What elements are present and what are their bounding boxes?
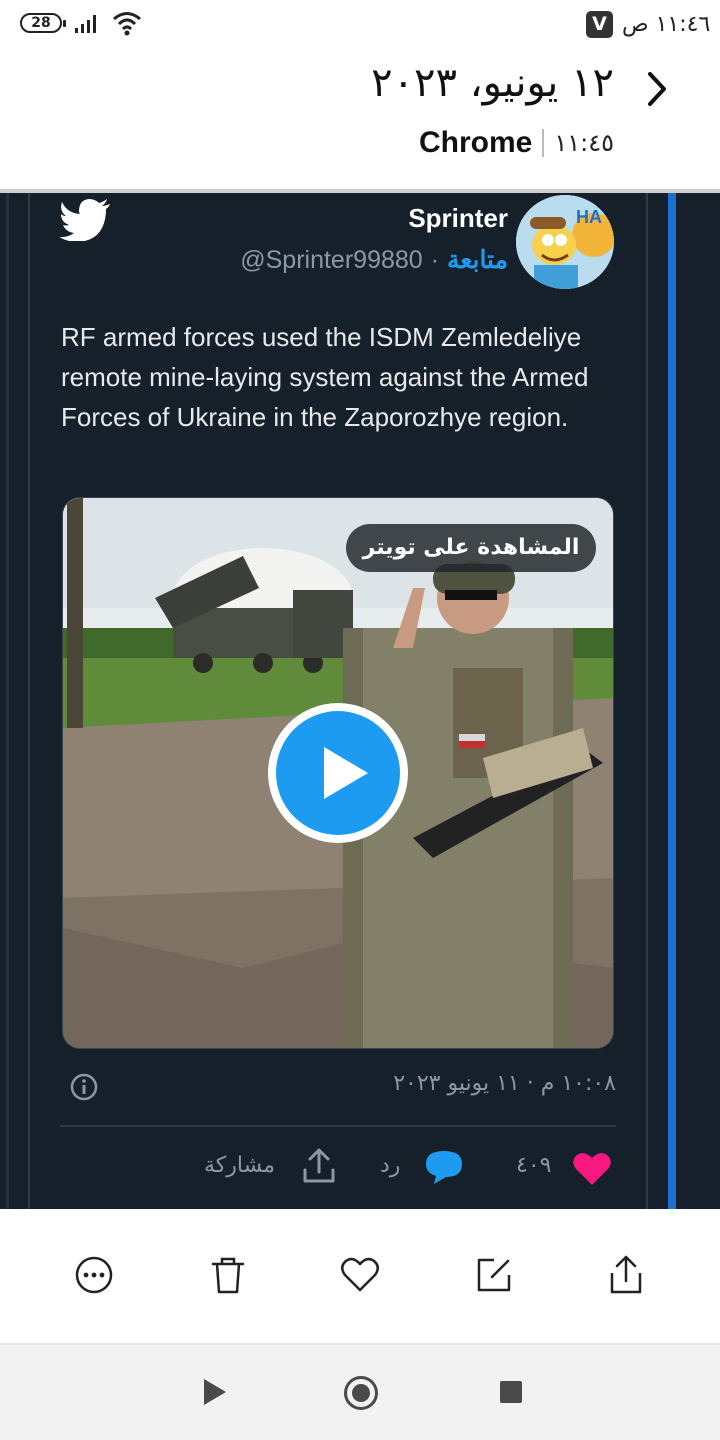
share-icon[interactable] <box>302 1148 336 1184</box>
like-count: ٤٠٩ <box>516 1153 552 1178</box>
nav-back-icon[interactable] <box>204 1379 226 1405</box>
author-meta: @Sprinter99880 · متابعة <box>240 245 508 275</box>
tweet-text: RF armed forces used the ISDM Zemledeliy… <box>61 322 589 432</box>
author-name[interactable]: Sprinter <box>408 203 508 234</box>
meta-dot: · <box>430 245 440 274</box>
source-app: Chrome <box>418 126 533 159</box>
edge-left <box>6 193 9 1209</box>
image-actions-bar <box>0 1209 720 1345</box>
trash-icon[interactable] <box>208 1255 248 1295</box>
watch-on-twitter-button[interactable]: المشاهدة على تويتر <box>346 524 596 572</box>
nav-home-icon[interactable] <box>344 1376 378 1410</box>
play-button[interactable] <box>268 703 408 843</box>
reply-icon[interactable] <box>424 1149 464 1185</box>
author-handle[interactable]: @Sprinter99880 <box>240 246 422 275</box>
edge-right <box>668 193 676 1209</box>
share-label[interactable]: مشاركة <box>204 1153 275 1178</box>
screenshot-image: HA Sprinter @Sprinter99880 · متابعة RF a… <box>0 193 720 1209</box>
separator <box>542 129 545 157</box>
viewer-header: ١٢ يونيو، ٢٠٢٣ Chrome ١١:٤٥ <box>0 50 720 188</box>
wifi-icon <box>113 12 141 36</box>
capture-time: ١١:٤٥ <box>554 129 614 157</box>
page-title: ١٢ يونيو، ٢٠٢٣ <box>371 60 614 106</box>
status-bar: 28 V ١١:٤٦ ص <box>0 0 720 50</box>
export-icon[interactable] <box>606 1255 646 1295</box>
heart-icon[interactable] <box>572 1151 612 1187</box>
follow-button[interactable]: متابعة <box>447 245 508 275</box>
tweet-divider <box>60 1125 616 1127</box>
info-icon[interactable] <box>70 1073 98 1101</box>
signal-icon <box>75 15 96 33</box>
favorite-icon[interactable] <box>340 1255 380 1295</box>
edit-icon[interactable] <box>474 1255 514 1295</box>
source-line: Chrome ١١:٤٥ <box>419 126 614 160</box>
battery-indicator: 28 <box>20 13 66 33</box>
system-navigation-bar <box>0 1345 720 1440</box>
play-circle <box>276 711 400 835</box>
tweet-timestamp[interactable]: ١٠:٠٨ م · ١١ يونيو ٢٠٢٣ <box>393 1071 616 1096</box>
nav-recents-icon[interactable] <box>500 1381 522 1403</box>
more-icon[interactable] <box>74 1255 114 1295</box>
avatar[interactable]: HA <box>516 195 614 289</box>
chevron-back-icon[interactable] <box>640 68 672 110</box>
status-time: ١١:٤٦ ص <box>622 12 711 37</box>
svg-text:HA: HA <box>576 207 602 227</box>
play-icon <box>324 747 368 799</box>
app-notification-badge: V <box>586 11 613 38</box>
twitter-bird-icon[interactable] <box>60 199 112 241</box>
reply-label[interactable]: رد <box>380 1153 400 1178</box>
